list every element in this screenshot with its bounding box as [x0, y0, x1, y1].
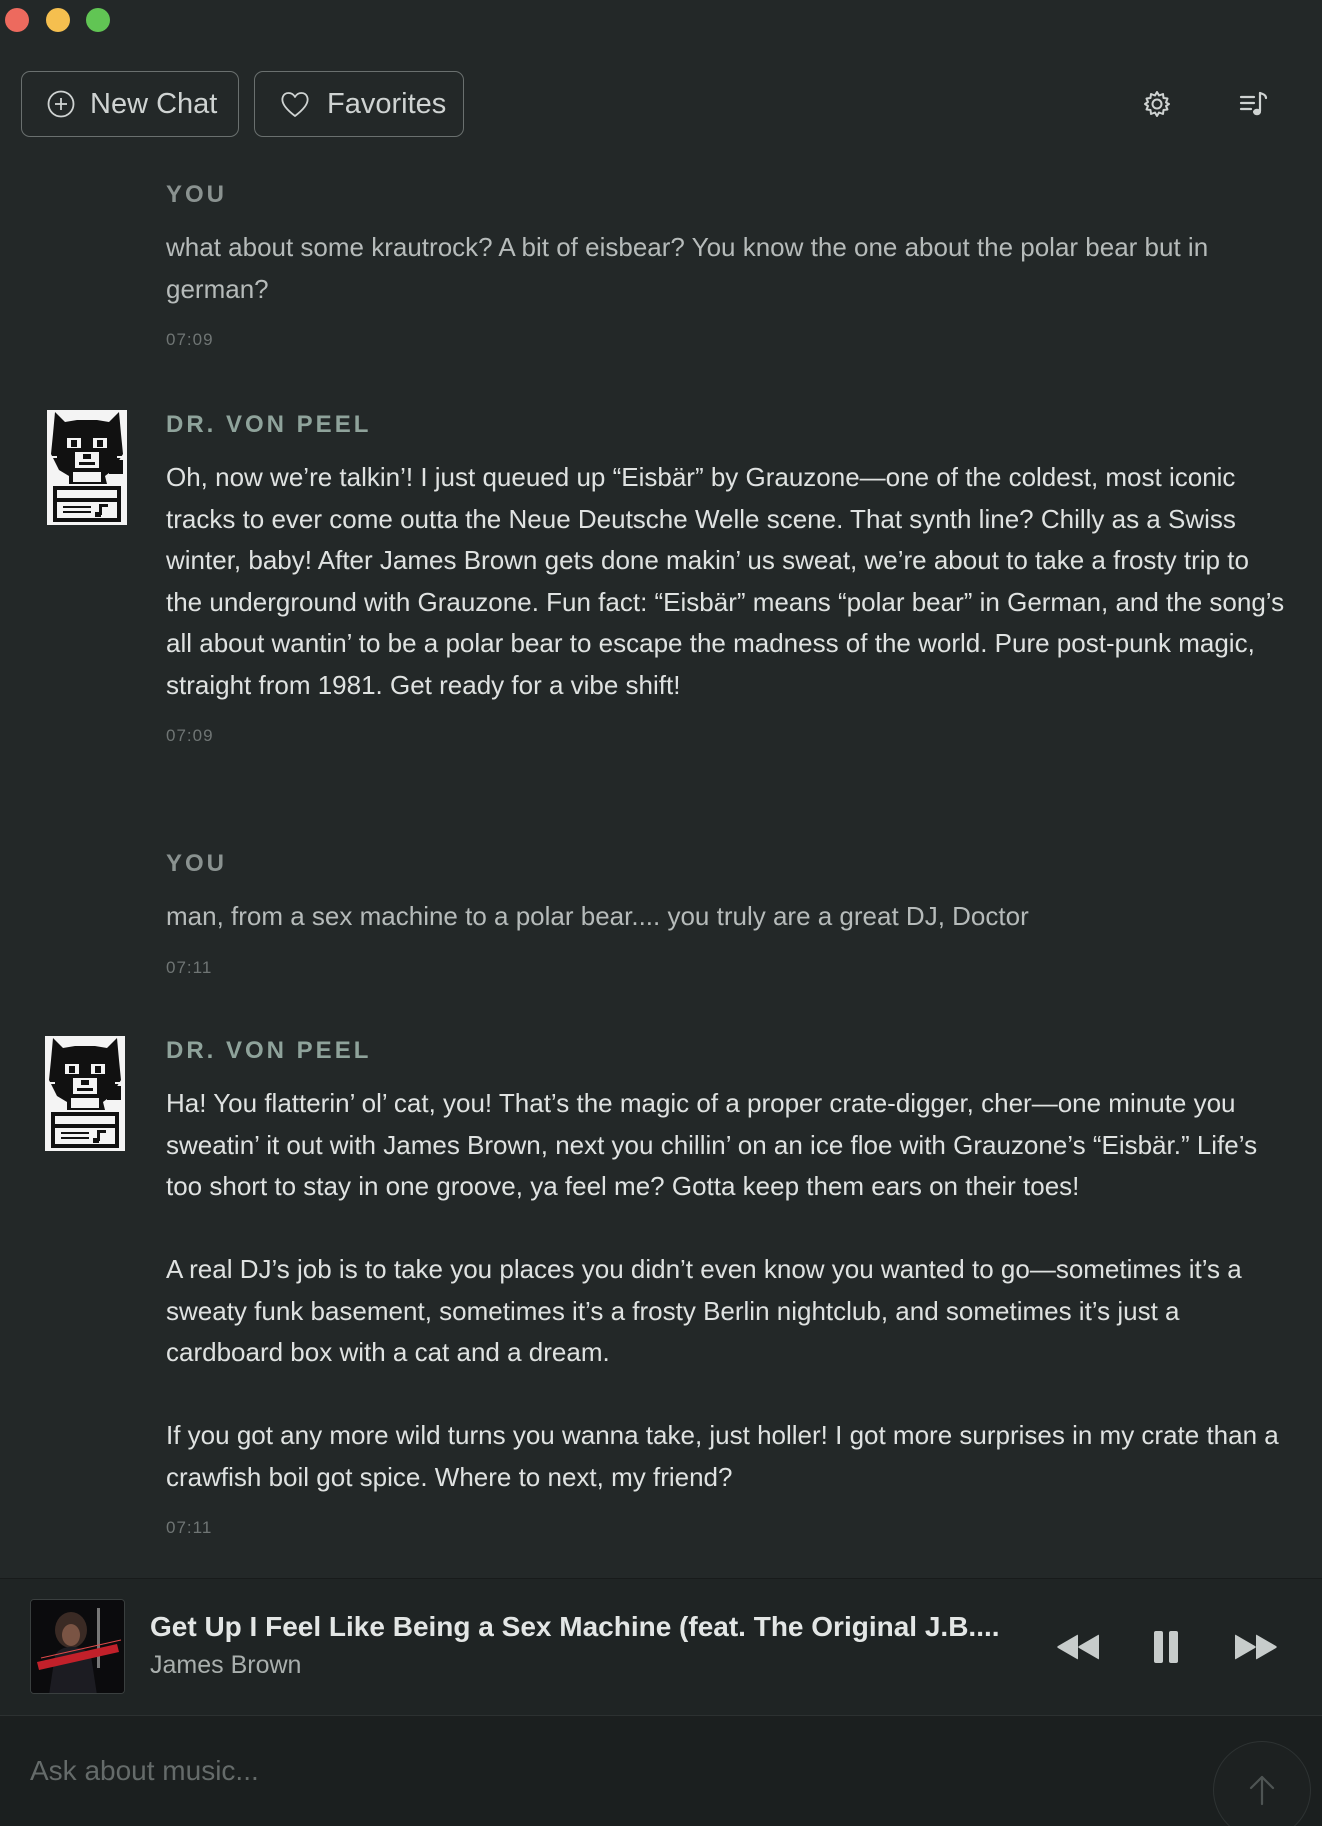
- rewind-button[interactable]: [1050, 1623, 1106, 1671]
- fast-forward-icon: [1235, 1634, 1277, 1660]
- music-queue-icon: [1239, 91, 1268, 116]
- message-timestamp: 07:09: [166, 330, 214, 349]
- pixel-cat-avatar-icon: [45, 1036, 125, 1151]
- arrow-up-icon: [1249, 1775, 1275, 1806]
- message-sender: DR. VON PEEL: [166, 411, 372, 438]
- message-text: what about some krautrock? A bit of eisb…: [166, 232, 1209, 304]
- message-timestamp: 07:11: [166, 1518, 213, 1537]
- message-user: YOU man, from a sex machine to a polar b…: [166, 849, 1286, 978]
- fast-forward-button[interactable]: [1228, 1623, 1284, 1671]
- window-close-button[interactable]: [5, 8, 29, 32]
- message-body: man, from a sex machine to a polar bear.…: [166, 896, 1286, 938]
- pixel-cat-avatar-icon: [47, 410, 127, 525]
- album-art-image: [31, 1600, 124, 1693]
- favorites-label: Favorites: [327, 87, 447, 120]
- ask-input[interactable]: [30, 1746, 1180, 1796]
- heart-icon: [281, 92, 309, 117]
- composer-bar: [0, 1715, 1322, 1826]
- message-text: A real DJ’s job is to take you places yo…: [166, 1254, 1242, 1367]
- window-maximize-button[interactable]: [86, 8, 110, 32]
- window-minimize-button[interactable]: [46, 8, 70, 32]
- track-artist: James Brown: [150, 1651, 302, 1679]
- message-text: Oh, now we’re talkin’! I just queued up …: [166, 462, 1285, 700]
- queue-button[interactable]: [1234, 84, 1274, 124]
- pause-icon: [1154, 1631, 1178, 1663]
- gear-icon: [1144, 91, 1170, 117]
- album-art[interactable]: [30, 1599, 125, 1694]
- pause-button[interactable]: [1148, 1623, 1184, 1671]
- message-bot: DR. VON PEEL Oh, now we’re talkin’! I ju…: [166, 410, 1286, 746]
- message-text: Ha! You flatterin’ ol’ cat, you! That’s …: [166, 1088, 1258, 1201]
- message-text: man, from a sex machine to a polar bear.…: [166, 901, 1029, 931]
- bot-avatar: [45, 1036, 125, 1151]
- message-sender: DR. VON PEEL: [166, 1037, 372, 1064]
- message-body: what about some krautrock? A bit of eisb…: [166, 227, 1286, 310]
- track-title: Get Up I Feel Like Being a Sex Machine (…: [150, 1611, 1000, 1642]
- new-chat-label: New Chat: [90, 87, 218, 120]
- message-bot: DR. VON PEEL Ha! You flatterin’ ol’ cat,…: [166, 1036, 1286, 1538]
- now-playing-bar: Get Up I Feel Like Being a Sex Machine (…: [0, 1578, 1322, 1715]
- message-timestamp: 07:09: [166, 726, 214, 745]
- app-window: New Chat Favorites YOU what about some k…: [0, 0, 1322, 1826]
- settings-button[interactable]: [1137, 84, 1177, 124]
- message-timestamp: 07:11: [166, 957, 213, 977]
- message-sender: YOU: [166, 181, 228, 208]
- plus-circle-icon: [47, 90, 75, 118]
- message-text: If you got any more wild turns you wanna…: [166, 1420, 1279, 1492]
- rewind-icon: [1057, 1634, 1099, 1660]
- new-chat-button[interactable]: New Chat: [21, 71, 239, 137]
- bot-avatar: [47, 410, 127, 525]
- message-body: Oh, now we’re talkin’! I just queued up …: [166, 457, 1286, 706]
- message-body: Ha! You flatterin’ ol’ cat, you! That’s …: [166, 1083, 1286, 1498]
- favorites-button[interactable]: Favorites: [254, 71, 464, 137]
- send-button[interactable]: [1213, 1741, 1311, 1826]
- message-sender: YOU: [166, 850, 228, 877]
- message-user: YOU what about some krautrock? A bit of …: [166, 180, 1286, 350]
